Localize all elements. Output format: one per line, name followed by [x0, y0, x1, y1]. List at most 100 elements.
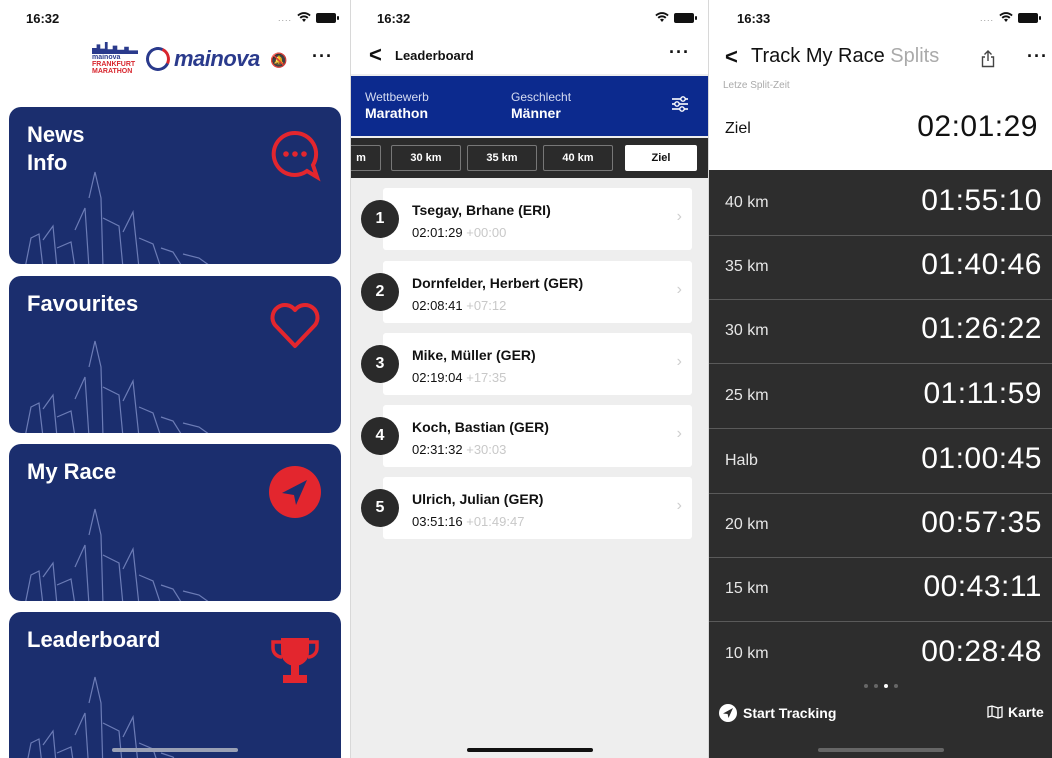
tab-ziel[interactable]: Ziel: [625, 145, 697, 171]
rank-badge: 5: [361, 489, 399, 527]
back-button[interactable]: <: [725, 44, 738, 70]
leaderboard-row[interactable]: 4 Koch, Bastian (GER) 02:31:32 +30:03 ›: [361, 405, 692, 467]
chevron-right-icon: ›: [676, 425, 682, 442]
heart-icon: [270, 303, 320, 348]
runner-name: Tsegay, Brhane (ERI): [412, 202, 551, 218]
tab-30km[interactable]: 30 km: [391, 145, 461, 171]
split-row: 20 km 00:57:35: [709, 494, 1052, 558]
back-button[interactable]: <: [369, 42, 382, 68]
news-info-card[interactable]: News Info: [9, 107, 341, 264]
leaderboard-row[interactable]: 5 Ulrich, Julian (GER) 03:51:16 +01:49:4…: [361, 477, 692, 539]
home-indicator[interactable]: [817, 748, 944, 752]
split-label: 20 km: [725, 516, 769, 533]
trophy-icon: [271, 638, 319, 683]
more-menu-button[interactable]: ···: [312, 46, 333, 67]
status-icons: ....: [278, 12, 339, 23]
mainova-logo: mainova: [142, 43, 260, 75]
gender-value[interactable]: Männer: [511, 105, 561, 121]
finish-time: 02:01:29: [917, 110, 1038, 143]
chevron-right-icon: ›: [676, 353, 682, 370]
finish-label: Ziel: [725, 120, 751, 137]
runner-time: 02:31:32 +30:03: [412, 442, 507, 457]
tab-40km[interactable]: 40 km: [543, 145, 613, 171]
runner-name: Dornfelder, Herbert (GER): [412, 275, 584, 291]
page-subtitle: Splits: [890, 45, 940, 67]
navigation-arrow-icon: [719, 704, 737, 722]
split-label: Halb: [725, 452, 758, 469]
time-gap: +17:35: [466, 370, 507, 385]
split-label: 25 km: [725, 387, 769, 404]
split-time: 01:40:46: [921, 248, 1042, 281]
skyline-illustration: [25, 340, 209, 433]
status-icons: [655, 12, 697, 23]
tab-25km[interactable]: m: [351, 145, 381, 171]
wifi-icon: [655, 12, 669, 22]
time-gap: +07:12: [466, 298, 507, 313]
gender-label: Geschlecht: [511, 90, 572, 104]
tab-35km[interactable]: 35 km: [467, 145, 537, 171]
status-time: 16:32: [377, 11, 411, 26]
status-time: 16:33: [737, 11, 771, 26]
page-title: Track My Race Splits: [751, 45, 940, 67]
wifi-icon: [297, 12, 311, 22]
favourites-card[interactable]: Favourites: [9, 276, 341, 433]
more-menu-button[interactable]: ···: [1027, 46, 1048, 67]
split-time: 01:55:10: [921, 184, 1042, 217]
map-icon: [987, 705, 1003, 719]
split-row: 35 km 01:40:46: [709, 236, 1052, 300]
filter-sliders-icon[interactable]: [670, 94, 690, 114]
status-icons: ....: [979, 12, 1041, 23]
runner-name: Ulrich, Julian (GER): [412, 491, 544, 507]
signal-icon: ....: [979, 12, 994, 23]
split-time: 01:26:22: [921, 312, 1042, 345]
page-indicator[interactable]: [709, 684, 1052, 692]
runner-time: 02:01:29 +00:00: [412, 225, 507, 240]
home-indicator[interactable]: [112, 748, 238, 752]
share-icon[interactable]: [981, 50, 995, 68]
map-label: Karte: [1008, 704, 1044, 720]
mainova-swoosh-icon: [142, 43, 174, 75]
time-gap: +01:49:47: [466, 514, 525, 529]
split-row: 40 km 01:55:10: [709, 172, 1052, 236]
my-race-card[interactable]: My Race: [9, 444, 341, 601]
rank-badge: 4: [361, 417, 399, 455]
leaderboard-row[interactable]: 3 Mike, Müller (GER) 02:19:04 +17:35 ›: [361, 333, 692, 395]
home-indicator[interactable]: [466, 748, 593, 752]
split-time: 00:43:11: [923, 570, 1042, 603]
navigation-arrow-icon: [269, 466, 321, 518]
chevron-right-icon: ›: [676, 281, 682, 298]
start-tracking-button[interactable]: Start Tracking: [719, 704, 836, 722]
split-label: 35 km: [725, 258, 769, 275]
time-gap: +30:03: [466, 442, 507, 457]
rank-badge: 1: [361, 200, 399, 238]
frankfurt-marathon-logo: mainova FRANKFURT MARATHON: [92, 42, 138, 78]
filter-bar[interactable]: Wettbewerb Marathon Geschlecht Männer: [351, 76, 708, 136]
more-menu-button[interactable]: ···: [669, 42, 690, 63]
leaderboard-row[interactable]: 1 Tsegay, Brhane (ERI) 02:01:29 +00:00 ›: [361, 188, 692, 250]
chevron-right-icon: ›: [676, 497, 682, 514]
split-tabs: m 30 km 35 km 40 km Ziel: [351, 138, 708, 178]
card-title: My Race: [27, 459, 117, 484]
split-row: Halb 01:00:45: [709, 430, 1052, 494]
nav-bar: < Leaderboard ···: [351, 36, 708, 74]
status-bar: 16:32 ....: [0, 0, 350, 36]
split-row: 15 km 00:43:11: [709, 558, 1052, 622]
skyline-illustration: [27, 676, 175, 758]
split-row: 30 km 01:26:22: [709, 300, 1052, 364]
split-time: 01:11:59: [923, 377, 1042, 410]
status-time: 16:32: [26, 11, 60, 26]
page-title: Leaderboard: [395, 48, 474, 63]
split-row: 25 km 01:11:59: [709, 365, 1052, 429]
finish-row: Ziel 02:01:29: [709, 100, 1052, 166]
leaderboard-card[interactable]: Leaderboard: [9, 612, 341, 758]
brand-header: mainova FRANKFURT MARATHON mainova 🔕 ···: [0, 38, 350, 82]
start-tracking-label: Start Tracking: [743, 705, 837, 721]
map-button[interactable]: Karte: [987, 704, 1044, 720]
skyline-illustration: [25, 171, 209, 264]
battery-icon: [316, 12, 339, 23]
leaderboard-row[interactable]: 2 Dornfelder, Herbert (GER) 02:08:41 +07…: [361, 261, 692, 323]
competition-value[interactable]: Marathon: [365, 105, 428, 121]
mute-bell-icon[interactable]: 🔕: [270, 52, 287, 69]
rank-badge: 3: [361, 345, 399, 383]
splits-screen: 16:33 .... < Track My Race Splits ··· Le…: [709, 0, 1052, 758]
